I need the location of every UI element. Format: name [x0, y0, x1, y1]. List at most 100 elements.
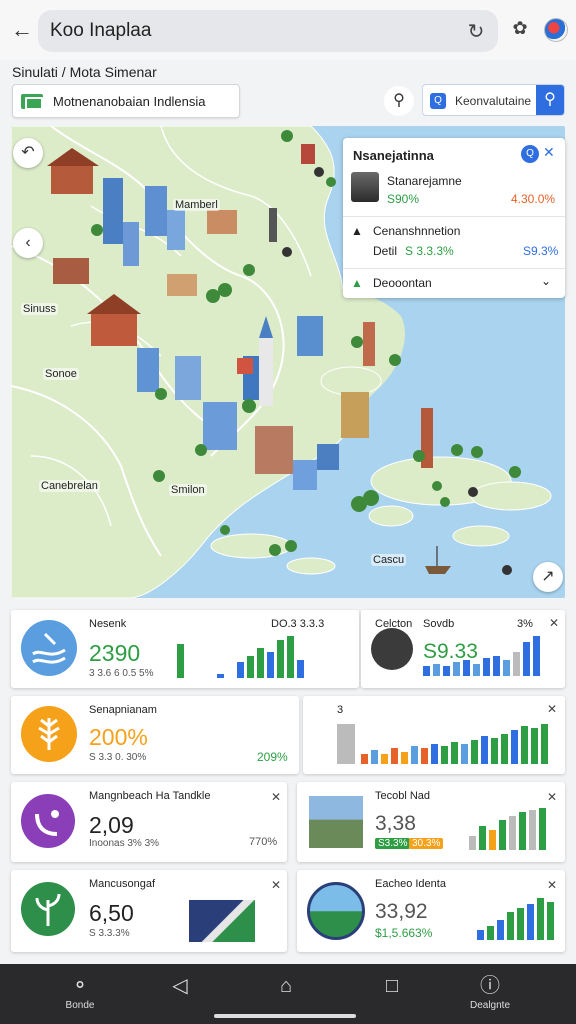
close-icon[interactable]: ✕ [547, 878, 557, 892]
tree-icon: ▲ [351, 276, 363, 290]
map-search-text: Keonvalutaine [455, 94, 532, 108]
card-title: Tecobl Nad [375, 790, 431, 802]
stat-card[interactable]: Tecobl Nad ✕ 3,38 S3.3% 30.3% [297, 782, 565, 862]
water-icon [21, 620, 77, 676]
stat-card[interactable]: Nesenk 2390 3 3.6 6 0.5 5% DO.3 3.3.3 [11, 610, 359, 688]
map-label[interactable]: Sinuss [21, 303, 59, 315]
region-selector[interactable]: Motnenanobaian Indlensia [12, 84, 240, 118]
city-photo-icon [309, 796, 363, 848]
card-extra: 770% [249, 836, 278, 848]
map-logo-icon: Q [430, 93, 446, 109]
address-bar[interactable]: Koo Inaplaa ↻ [38, 10, 498, 52]
gesture-bar [214, 1014, 356, 1018]
nav-home-button[interactable]: ⌂ [274, 974, 298, 998]
bar-chart [337, 720, 557, 764]
close-icon[interactable]: ✕ [271, 878, 281, 892]
stat-card[interactable]: Mancusongaf ✕ 6,50 S 3.3.3% [11, 870, 287, 952]
close-icon[interactable]: ✕ [547, 702, 557, 716]
stat-card[interactable]: Celcton Sovdb 3% ✕ S9.33 [361, 610, 565, 688]
monument-icon: ▲ [351, 224, 363, 238]
card-title: Mancusongaf [89, 878, 156, 890]
card-value: 200% [89, 724, 148, 750]
card-sub: S 3.3 0. 30% [89, 752, 147, 763]
map-search-field[interactable]: Q Keonvalutaine ⚲ [422, 84, 565, 116]
map-label[interactable]: Mamberl [173, 199, 220, 211]
leaf-icon [21, 706, 77, 762]
card-value: 33,92 [375, 900, 428, 923]
divider [343, 268, 565, 269]
back-arrow-icon[interactable]: ← [8, 16, 36, 44]
bar-sparkline [469, 808, 559, 850]
stat-card[interactable]: Mangnbeach Ha Tandkle ✕ 2,09 Inoonas 3% … [11, 782, 287, 862]
close-icon[interactable]: ✕ [549, 616, 559, 630]
search-icon[interactable]: ⚲ [536, 85, 564, 115]
card-title: 3 [337, 704, 344, 716]
nav-item-left[interactable]: ⚬ Bonde [58, 974, 102, 1011]
locate-button[interactable]: ⚲ [384, 86, 414, 116]
info-dropdown[interactable]: ▲ Deooontan ⌄ [351, 274, 557, 294]
card-sub: 3 3.6 6 0.5 5% [89, 668, 154, 679]
close-icon[interactable]: ✕ [271, 790, 281, 804]
chevron-down-icon[interactable]: ⌄ [541, 274, 551, 288]
nav-label: Dealgnte [469, 1000, 511, 1011]
map-prev-button[interactable]: ‹ [13, 228, 43, 258]
info-row-left: S 3.3.3% [405, 244, 454, 258]
bar-sparkline [177, 634, 307, 678]
stat-card[interactable]: Eacheo Identa ✕ 33,92 $1,5.663% [297, 870, 565, 952]
nav-back-button[interactable]: ◁ [168, 974, 192, 998]
profile-avatar-icon[interactable] [544, 18, 568, 42]
info-row-right: S9.3% [523, 244, 559, 258]
triangle-back-icon: ◁ [172, 975, 188, 997]
coast-photo-icon [307, 882, 365, 940]
card-extra: 3% [517, 618, 533, 630]
map-label[interactable]: Sonoe [43, 368, 79, 380]
nav-item-right[interactable]: ⓘ Dealgnte [464, 974, 516, 1011]
map-label[interactable]: Cascu [371, 554, 407, 566]
card-extra: 209% [257, 750, 288, 764]
location-info-panel: Nsanejatinna Q ✕ Stanarejamne S90% 4.30.… [343, 138, 565, 298]
card-title: Senapnianam [89, 704, 157, 716]
map-label[interactable]: Canebrelan [39, 480, 100, 492]
card-sub: S 3.3.3% [89, 928, 130, 939]
landscape-thumbnail [189, 900, 255, 942]
map-label[interactable]: Smilon [169, 484, 207, 496]
bar-sparkline [477, 898, 559, 940]
card-value: 2,09 [89, 812, 134, 838]
card-title-2: Sovdb [423, 618, 455, 630]
flag-icon [21, 94, 43, 110]
info-row-left: S90% [387, 192, 420, 206]
card-pill: 30.3% [409, 838, 444, 849]
card-sub: Inoonas 3% 3% [89, 838, 160, 849]
region-selector-text: Motnenanobaian Indlensia [53, 94, 206, 109]
map-expand-button[interactable]: ↗ [533, 562, 563, 592]
card-sub: $1,5.663% [375, 926, 433, 940]
bar-sparkline [423, 634, 553, 676]
call-icon [21, 794, 75, 848]
card-value: 3,38 [375, 812, 416, 835]
info-row[interactable]: Stanarejamne S90% 4.30.0% [351, 172, 557, 212]
close-icon[interactable]: ✕ [547, 790, 557, 804]
browser-top-bar: ← Koo Inaplaa ↻ ✿ [0, 0, 576, 60]
address-text[interactable]: Koo Inaplaa [50, 20, 151, 42]
card-title: Celcton [375, 618, 413, 630]
refresh-icon[interactable]: ↻ [464, 19, 488, 43]
close-icon[interactable]: ✕ [543, 144, 555, 161]
search-icon[interactable]: Q [521, 145, 539, 163]
info-row-name: Stanarejamne [387, 174, 462, 188]
info-row-right: 4.30.0% [511, 192, 556, 206]
map-undo-button[interactable]: ↶ [13, 138, 43, 168]
info-row[interactable]: ▲ Cenanshnnetion Detil S 3.3.3% S9.3% [351, 222, 559, 262]
stat-card[interactable]: 3 ✕ [303, 696, 565, 774]
nav-recents-button[interactable]: □ [380, 974, 404, 998]
info-panel-title: Nsanejatinna [353, 148, 434, 163]
page-subtitle: Sinulati / Mota Simenar [12, 64, 157, 80]
card-value: 2390 [89, 640, 141, 666]
puzzle-icon[interactable]: ✿ [508, 18, 532, 42]
person-photo-icon [371, 628, 413, 670]
card-title: Nesenk [89, 618, 127, 630]
stat-card[interactable]: Senapnianam 200% S 3.3 0. 30% 209% [11, 696, 299, 774]
home-icon: ⌂ [279, 975, 293, 997]
info-row-name: Cenanshnnetion [373, 224, 461, 238]
card-title: Eacheo Identa [375, 878, 446, 890]
card-extra: DO.3 3.3.3 [271, 618, 325, 630]
